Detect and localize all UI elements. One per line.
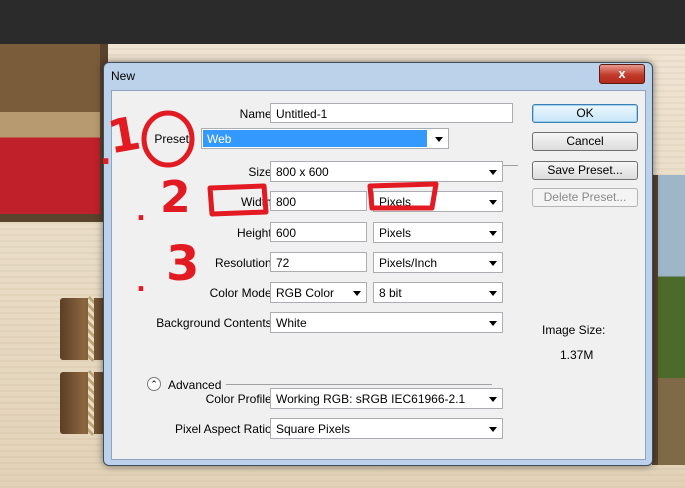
annotation-number-3: 3 xyxy=(166,236,200,292)
pixel-aspect-value: Square Pixels xyxy=(276,422,351,436)
resolution-unit-select[interactable]: Pixels/Inch xyxy=(373,252,503,273)
close-button[interactable]: x xyxy=(599,64,645,84)
width-input[interactable]: 800 xyxy=(270,191,367,211)
color-mode-select[interactable]: RGB Color xyxy=(270,282,367,303)
resolution-label: Resolution: xyxy=(214,256,275,270)
resolution-unit-value: Pixels/Inch xyxy=(379,256,438,270)
ok-button[interactable]: OK xyxy=(532,104,638,123)
preset-select[interactable]: Web xyxy=(201,128,449,149)
advanced-toggle[interactable]: ⌃ xyxy=(147,377,161,391)
advanced-label: Advanced xyxy=(168,378,222,392)
chevron-up-icon: ⌃ xyxy=(150,379,158,389)
close-icon: x xyxy=(618,66,626,81)
chevron-down-icon xyxy=(489,170,497,175)
app-top-bar xyxy=(0,0,685,44)
wood-plank xyxy=(60,298,108,360)
size-select[interactable]: 800 x 600 xyxy=(270,161,503,182)
background-contents-label: Background Contents: xyxy=(156,316,275,330)
chevron-down-icon xyxy=(489,427,497,432)
annotation-dot: . xyxy=(136,268,146,298)
background-photo-right xyxy=(652,175,685,465)
delete-preset-button[interactable]: Delete Preset... xyxy=(532,188,638,207)
chevron-down-icon xyxy=(489,261,497,266)
chevron-down-icon xyxy=(353,291,361,296)
chevron-down-icon xyxy=(489,200,497,205)
annotation-number-2: 2 xyxy=(160,172,191,223)
bit-depth-value: 8 bit xyxy=(379,286,402,300)
rope xyxy=(88,370,94,436)
save-preset-button[interactable]: Save Preset... xyxy=(532,161,638,180)
annotation-box-width xyxy=(207,183,269,217)
advanced-divider xyxy=(226,384,492,385)
height-unit-select[interactable]: Pixels xyxy=(373,222,503,243)
dialog-title-bar[interactable]: New x xyxy=(104,63,652,89)
background-contents-select[interactable]: White xyxy=(270,312,503,333)
image-size-value: 1.37M xyxy=(560,348,594,362)
background-photo-left xyxy=(0,44,108,222)
pixel-aspect-select[interactable]: Square Pixels xyxy=(270,418,503,439)
color-profile-value: Working RGB: sRGB IEC61966-2.1 xyxy=(276,392,466,406)
color-mode-label: Color Mode: xyxy=(209,286,275,300)
annotation-dot: . xyxy=(136,197,146,227)
color-profile-select[interactable]: Working RGB: sRGB IEC61966-2.1 xyxy=(270,388,503,409)
annotation-circle xyxy=(141,110,195,168)
preset-value: Web xyxy=(203,130,427,147)
chevron-down-icon xyxy=(489,397,497,402)
background-contents-value: White xyxy=(276,316,307,330)
chevron-down-icon xyxy=(435,137,443,142)
wood-plank xyxy=(60,372,108,434)
color-profile-label: Color Profile: xyxy=(205,392,275,406)
bit-depth-select[interactable]: 8 bit xyxy=(373,282,503,303)
name-input[interactable]: Untitled-1 xyxy=(270,103,513,123)
height-input[interactable]: 600 xyxy=(270,222,367,242)
chevron-down-icon xyxy=(489,231,497,236)
resolution-input[interactable]: 72 xyxy=(270,252,367,272)
color-mode-value: RGB Color xyxy=(276,286,335,300)
height-unit-value: Pixels xyxy=(379,226,412,240)
size-value: 800 x 600 xyxy=(276,165,329,179)
dialog-title: New xyxy=(111,69,136,83)
chevron-down-icon xyxy=(489,291,497,296)
pixel-aspect-label: Pixel Aspect Ratio: xyxy=(174,422,275,436)
annotation-box-pixels xyxy=(367,181,439,211)
chevron-down-icon xyxy=(489,321,497,326)
cancel-button[interactable]: Cancel xyxy=(532,132,638,151)
image-size-label: Image Size: xyxy=(542,323,606,337)
rope xyxy=(88,296,94,362)
